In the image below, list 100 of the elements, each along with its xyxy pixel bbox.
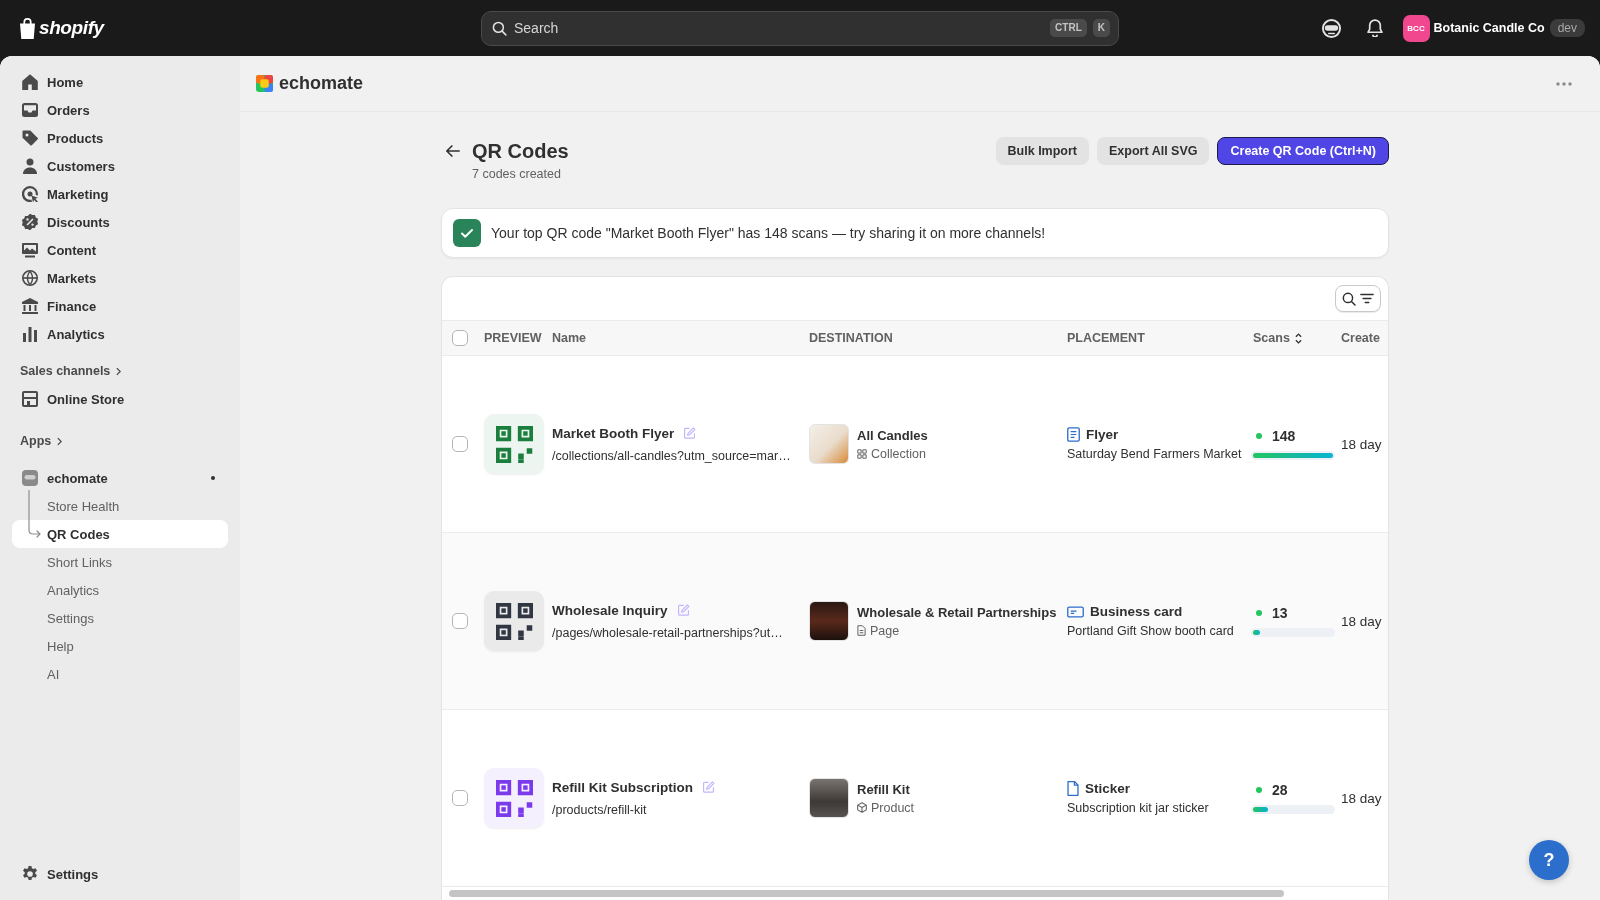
sidebar-item[interactable]: Analytics — [12, 320, 228, 348]
destination-title[interactable]: Refill Kit — [857, 781, 915, 797]
sidebar-subitem[interactable]: Store Health — [12, 492, 228, 520]
percent-badge-icon — [22, 214, 38, 230]
sidebar-subitem[interactable]: QR Codes — [12, 520, 228, 548]
sidebar-subitem[interactable]: Settings — [12, 604, 228, 632]
placement-title: Business card — [1090, 604, 1183, 619]
checkbox[interactable] — [452, 790, 468, 806]
store-name[interactable]: Botanic Candle Co — [1433, 21, 1545, 35]
checkbox[interactable] — [452, 613, 468, 629]
qr-code-icon[interactable] — [484, 591, 544, 651]
sidebar-subitem[interactable]: Help — [12, 632, 228, 660]
inbox-icon — [22, 102, 38, 118]
logo-wordmark[interactable]: shopify — [39, 17, 104, 39]
sidebar-item[interactable]: Markets — [12, 264, 228, 292]
created-date: 18 day — [1341, 613, 1383, 629]
sidebar-subitem[interactable]: Short Links — [12, 548, 228, 576]
section-heading[interactable]: Sales channels — [12, 357, 130, 385]
app-title: echomate — [279, 73, 364, 94]
app-logo-icon — [256, 75, 273, 92]
secondary-button[interactable]: Bulk Import — [995, 137, 1090, 165]
column-header: PLACEMENT — [1067, 331, 1145, 345]
destination-type: Page — [870, 623, 900, 638]
qr-code-icon[interactable] — [484, 414, 544, 474]
scan-count: 148 — [1272, 428, 1296, 444]
chevron-right-icon — [57, 436, 63, 446]
back-arrow-icon[interactable] — [446, 145, 460, 157]
bar-chart-icon — [22, 326, 38, 342]
more-icon[interactable] — [1556, 81, 1572, 86]
store-avatar[interactable]: BCC — [1402, 14, 1430, 42]
app-icon — [22, 470, 38, 486]
qr-code-name[interactable]: Refill Kit Subscription — [552, 779, 693, 795]
horizontal-scrollbar[interactable] — [449, 890, 1284, 897]
environment-badge: dev — [1549, 19, 1585, 37]
qr-code-name[interactable]: Market Booth Flyer — [552, 425, 675, 441]
created-date: 18 day — [1341, 790, 1383, 806]
search-filter-button[interactable] — [1335, 285, 1381, 312]
placement-title: Sticker — [1085, 781, 1131, 796]
monitor-icon — [22, 242, 38, 258]
status-dot-icon — [1256, 433, 1262, 439]
edit-icon[interactable] — [677, 604, 690, 616]
sidebar-item[interactable]: Settings — [12, 860, 228, 888]
column-header[interactable]: Scans — [1253, 331, 1302, 345]
placement-title: Flyer — [1086, 427, 1119, 442]
sidebar-subitem[interactable]: Analytics — [12, 576, 228, 604]
person-icon — [22, 158, 38, 174]
id-card-icon — [1067, 605, 1084, 618]
sidebar-item[interactable]: Content — [12, 236, 228, 264]
banner-text: Your top QR code "Market Booth Flyer" has 148 scans — try sharing it on more channels! — [491, 225, 1046, 241]
sidebar-item[interactable]: Customers — [12, 152, 228, 180]
photo-placeholder — [809, 424, 849, 464]
sidebar-item[interactable]: Online Store — [12, 385, 228, 413]
search-icon — [492, 20, 507, 36]
cube-icon — [857, 802, 867, 813]
destination-type: Collection — [871, 446, 926, 461]
sidebar-item[interactable]: Orders — [12, 96, 228, 124]
status-dot-icon — [1256, 610, 1262, 616]
destination-type: Product — [871, 800, 915, 815]
sidebar-item[interactable]: Products — [12, 124, 228, 152]
section-heading[interactable]: Apps — [12, 427, 71, 455]
robot-icon[interactable] — [1321, 18, 1341, 38]
scan-count: 28 — [1272, 782, 1288, 798]
placement-note: Subscription kit jar sticker — [1067, 801, 1210, 815]
globe-icon — [22, 270, 38, 286]
home-icon — [22, 74, 38, 90]
edit-icon[interactable] — [703, 781, 715, 793]
tree-connector — [28, 490, 42, 538]
placement-note: Saturday Bend Farmers Market — [1067, 447, 1243, 461]
column-header: PREVIEW — [484, 331, 542, 345]
bank-icon — [22, 298, 38, 314]
page-subtitle: 7 codes created — [472, 166, 561, 183]
sidebar-item[interactable]: Marketing — [12, 180, 228, 208]
sidebar-item[interactable]: echomate — [12, 464, 228, 492]
checkbox[interactable] — [452, 436, 468, 452]
primary-button[interactable]: Create QR Code (Ctrl+N) — [1217, 137, 1389, 165]
sidebar-item[interactable]: Discounts — [12, 208, 228, 236]
shopping-bag-icon[interactable] — [20, 17, 35, 39]
photo-placeholder — [809, 778, 849, 818]
check-icon — [453, 219, 481, 247]
sidebar-item[interactable]: Home — [12, 68, 228, 96]
sidebar-item[interactable]: Finance — [12, 292, 228, 320]
secondary-button[interactable]: Export All SVG — [1097, 137, 1210, 165]
created-date: 18 day — [1341, 436, 1383, 452]
destination-title[interactable]: All Candles — [857, 427, 928, 443]
search-icon — [1342, 291, 1356, 306]
scan-count: 13 — [1272, 605, 1288, 621]
edit-icon[interactable] — [684, 427, 697, 439]
destination-url: /pages/wholesale-retail-partnerships?ut… — [552, 625, 784, 640]
column-header: Name — [552, 331, 587, 345]
tag-icon — [22, 130, 38, 146]
checkbox[interactable] — [452, 330, 468, 346]
settings-icon — [22, 866, 38, 882]
qr-code-icon[interactable] — [484, 768, 544, 828]
destination-title[interactable]: Wholesale & Retail Partnerships — [857, 604, 1057, 620]
chevron-right-icon — [116, 366, 122, 376]
qr-code-name[interactable]: Wholesale Inquiry — [552, 602, 668, 618]
bell-icon[interactable] — [1366, 19, 1383, 37]
sidebar-subitem[interactable]: AI — [12, 660, 228, 688]
sort-icon — [1294, 332, 1302, 344]
filter-icon — [1360, 293, 1374, 304]
